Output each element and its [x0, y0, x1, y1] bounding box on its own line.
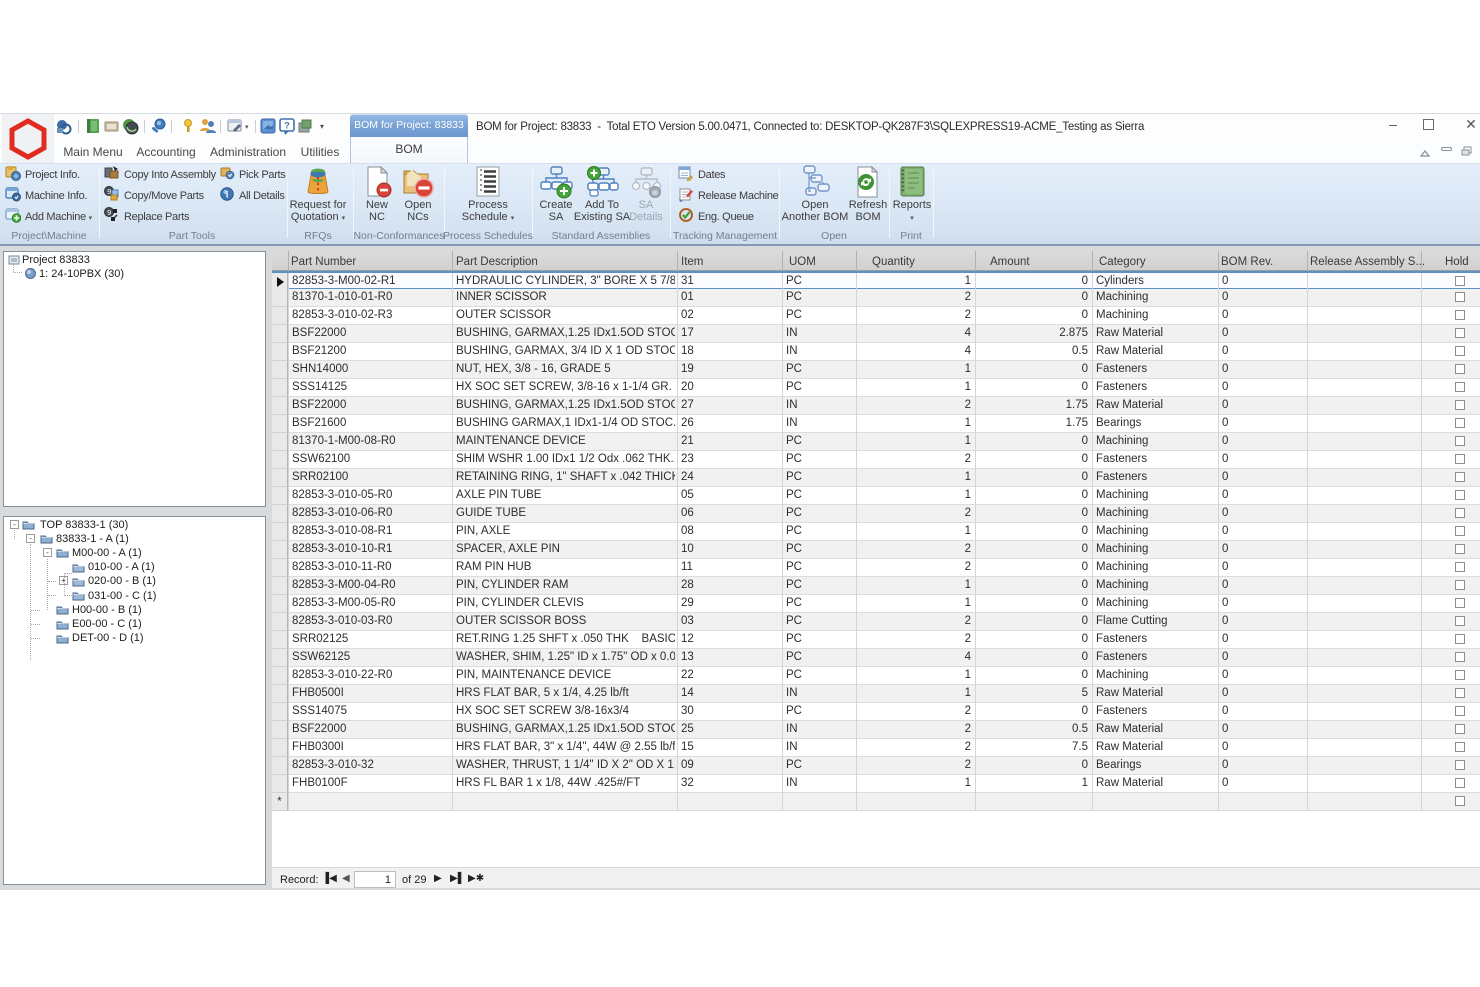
svg-text:i: i — [226, 190, 228, 200]
svg-text:?: ? — [284, 121, 290, 131]
svg-text:9: 9 — [107, 210, 111, 217]
